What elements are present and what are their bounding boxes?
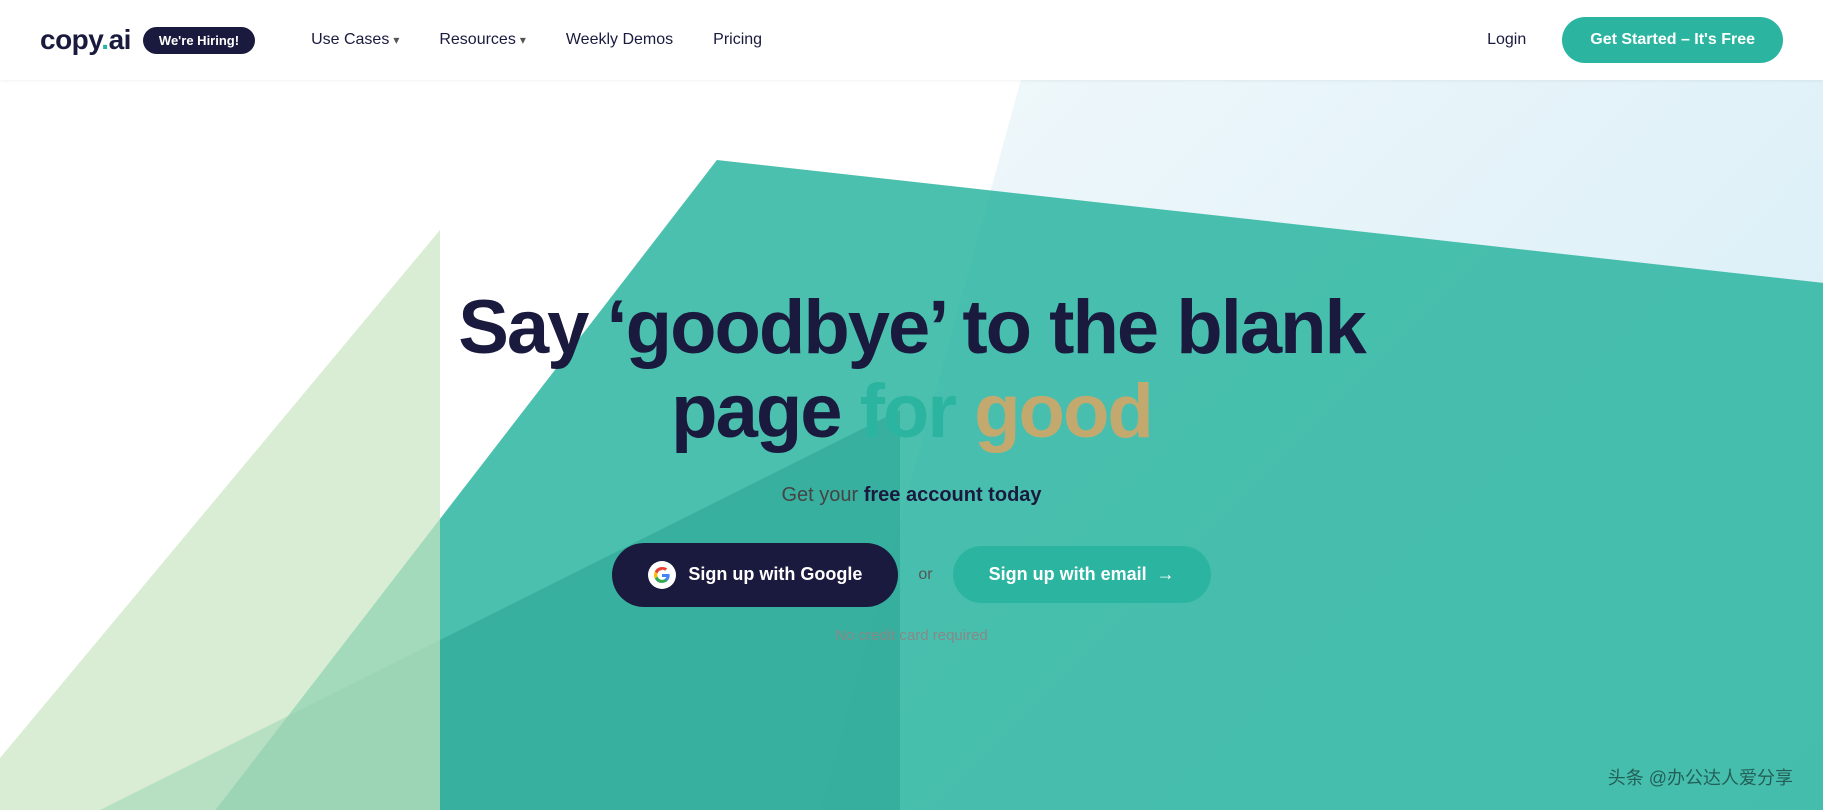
hero-title-for: for <box>860 369 974 454</box>
nav-item-pricing[interactable]: Pricing <box>697 23 778 57</box>
bg-shape-green <box>0 230 440 810</box>
hero-title-line1: Say ‘goodbye’ to the blank <box>458 285 1365 370</box>
google-icon <box>648 561 676 589</box>
nav-item-weekly-demos[interactable]: Weekly Demos <box>550 23 689 57</box>
login-button[interactable]: Login <box>1471 23 1542 57</box>
cta-row: Sign up with Google or Sign up with emai… <box>458 543 1365 607</box>
chevron-down-icon: ▾ <box>393 33 399 47</box>
logo-container: copy.ai We're Hiring! <box>40 24 255 56</box>
nav-label-weekly-demos: Weekly Demos <box>566 31 673 49</box>
hero-title: Say ‘goodbye’ to the blank page for good <box>458 286 1365 453</box>
hiring-badge[interactable]: We're Hiring! <box>143 27 255 54</box>
email-signup-label: Sign up with email <box>989 564 1147 585</box>
nav-right: Login Get Started – It's Free <box>1471 17 1783 63</box>
google-signup-button[interactable]: Sign up with Google <box>612 543 898 607</box>
logo-dot: . <box>101 24 108 55</box>
navbar: copy.ai We're Hiring! Use Cases ▾ Resour… <box>0 0 1823 80</box>
hero-subtitle: Get your free account today <box>458 484 1365 507</box>
hero-subtitle-strong: free account today <box>864 484 1042 506</box>
hero-title-line2-prefix: page <box>671 369 860 454</box>
hero-title-good: good <box>974 369 1152 454</box>
watermark: 头条 @办公达人爱分享 <box>1608 764 1793 790</box>
hero-content: Say ‘goodbye’ to the blank page for good… <box>438 246 1385 643</box>
no-credit-text: No credit card required <box>458 627 1365 644</box>
get-started-button[interactable]: Get Started – It's Free <box>1562 17 1783 63</box>
logo-suffix: ai <box>109 24 131 55</box>
nav-label-use-cases: Use Cases <box>311 31 389 49</box>
nav-label-resources: Resources <box>439 31 515 49</box>
nav-links: Use Cases ▾ Resources ▾ Weekly Demos Pri… <box>295 23 1471 57</box>
nav-item-resources[interactable]: Resources ▾ <box>423 23 542 57</box>
nav-label-pricing: Pricing <box>713 31 762 49</box>
nav-item-use-cases[interactable]: Use Cases ▾ <box>295 23 415 57</box>
logo-copy: copy <box>40 24 101 55</box>
chevron-down-icon: ▾ <box>520 33 526 47</box>
logo-text: copy.ai <box>40 24 131 56</box>
google-signup-label: Sign up with Google <box>688 564 862 585</box>
arrow-icon: → <box>1157 564 1175 585</box>
email-signup-button[interactable]: Sign up with email → <box>953 546 1211 603</box>
hero-subtitle-prefix: Get your <box>781 484 863 506</box>
or-divider: or <box>918 566 932 584</box>
hero-section: Say ‘goodbye’ to the blank page for good… <box>0 80 1823 810</box>
